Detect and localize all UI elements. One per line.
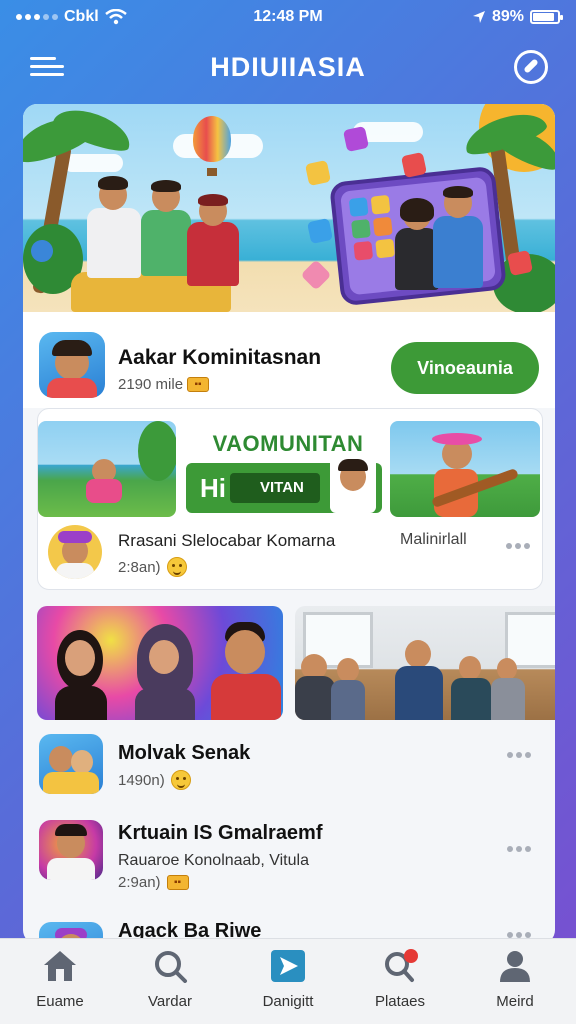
more-options-icon[interactable] — [507, 752, 531, 758]
nav-search-label: Vardar — [148, 993, 192, 1010]
nav-discover-label: Danigitt — [262, 993, 314, 1010]
ticket-icon: ▪▪ — [166, 875, 189, 890]
nav-home-label: Euame — [36, 993, 84, 1010]
hot-air-balloon-illustration — [193, 116, 231, 162]
floating-app-icon — [300, 259, 332, 291]
feed-card: Aakar Kominitasnan 2190 mile ▪▪ Vinoeaun… — [23, 104, 555, 944]
banner-chip: VITAN — [230, 473, 320, 503]
community-title: Aakar Kominitasnan — [118, 346, 322, 369]
post-location: Malinirlall — [400, 531, 467, 548]
distance-label: 2190 mile — [118, 376, 184, 393]
ticket-icon: ▪▪ — [187, 377, 210, 392]
bottom-nav: Euame Vardar Danigitt Plataes Meird — [0, 938, 576, 1024]
notifications-icon — [385, 949, 418, 982]
list-item-description: Rauaroe Konolnaab, Vitula — [118, 852, 309, 869]
app-header: HDIUIIASIA — [0, 44, 576, 94]
smiley-icon — [166, 557, 187, 577]
battery-icon — [530, 10, 563, 24]
community-avatar — [39, 332, 105, 398]
nav-profile[interactable]: Meird — [465, 949, 565, 1019]
battery-percent: 89% — [491, 8, 524, 25]
featured-community-row[interactable]: Aakar Kominitasnan 2190 mile ▪▪ Vinoeaun… — [23, 312, 555, 408]
community-banner[interactable]: Hi VITAN — [186, 455, 382, 513]
smiley-icon — [170, 770, 191, 790]
beach-yoga-image[interactable] — [38, 421, 176, 517]
app-title: HDIUIIASIA — [210, 52, 366, 82]
nav-places-label: Plataes — [374, 993, 426, 1010]
banner-greeting: Hi — [200, 473, 226, 503]
list-item-title: Krtuain IS Gmalraemf — [118, 822, 323, 844]
banner-chip-label: VITAN — [260, 479, 304, 496]
list-item-avatar — [39, 734, 103, 794]
group-meeting-image[interactable] — [295, 606, 555, 720]
list-item-time: 2:9an) — [118, 874, 161, 891]
person-illustration — [330, 455, 376, 513]
list-item[interactable]: Krtuain IS Gmalraemf Rauaroe Konolnaab, … — [23, 810, 555, 896]
list-item-avatar — [39, 820, 103, 880]
floating-app-icon — [400, 151, 428, 179]
nav-places[interactable]: Plataes — [350, 949, 450, 1019]
community-banner-title: VAOMUNITAN — [212, 431, 364, 456]
community-subtitle: 2190 mile ▪▪ — [118, 376, 210, 393]
friends-selfie-image[interactable] — [37, 606, 283, 720]
post-meta: 2:8an) — [118, 557, 187, 577]
compass-icon[interactable] — [514, 50, 548, 84]
floating-app-icon — [342, 125, 370, 153]
profile-icon — [500, 951, 530, 982]
nav-profile-label: Meird — [496, 993, 534, 1010]
community-collage-card[interactable]: VAOMUNITAN Hi VITAN Rrasani Slelocabar K… — [37, 408, 543, 590]
list-item-meta: 2:9an) ▪▪ — [118, 874, 189, 891]
location-arrow-icon — [472, 11, 485, 23]
post-time: 2:8an) — [118, 558, 161, 576]
list-item[interactable]: Molvak Senak 1490n) — [23, 724, 555, 810]
status-right: 89% — [472, 8, 563, 26]
list-item-meta: 1490n) — [118, 770, 191, 790]
view-community-button[interactable]: Vinoeaunia — [391, 342, 539, 394]
status-bar: Cbkl 12:48 PM 89% — [0, 0, 576, 36]
hero-banner-image[interactable] — [23, 104, 555, 312]
poster-avatar[interactable] — [48, 525, 102, 579]
floating-app-icon — [304, 159, 332, 187]
more-options-icon[interactable] — [506, 543, 530, 549]
search-icon — [155, 951, 187, 983]
home-icon — [44, 951, 76, 981]
play-icon — [271, 950, 305, 982]
post-title: Rrasani Slelocabar Komarna — [118, 531, 336, 550]
nav-search[interactable]: Vardar — [120, 949, 220, 1019]
nav-discover[interactable]: Danigitt — [238, 949, 338, 1019]
more-options-icon[interactable] — [507, 846, 531, 852]
floating-app-icon — [506, 249, 534, 277]
nav-home[interactable]: Euame — [10, 949, 110, 1019]
floating-app-icon — [306, 217, 334, 245]
list-item-title: Molvak Senak — [118, 742, 251, 764]
list-item-time: 1490n) — [118, 771, 165, 789]
guitar-player-image[interactable] — [390, 421, 540, 517]
